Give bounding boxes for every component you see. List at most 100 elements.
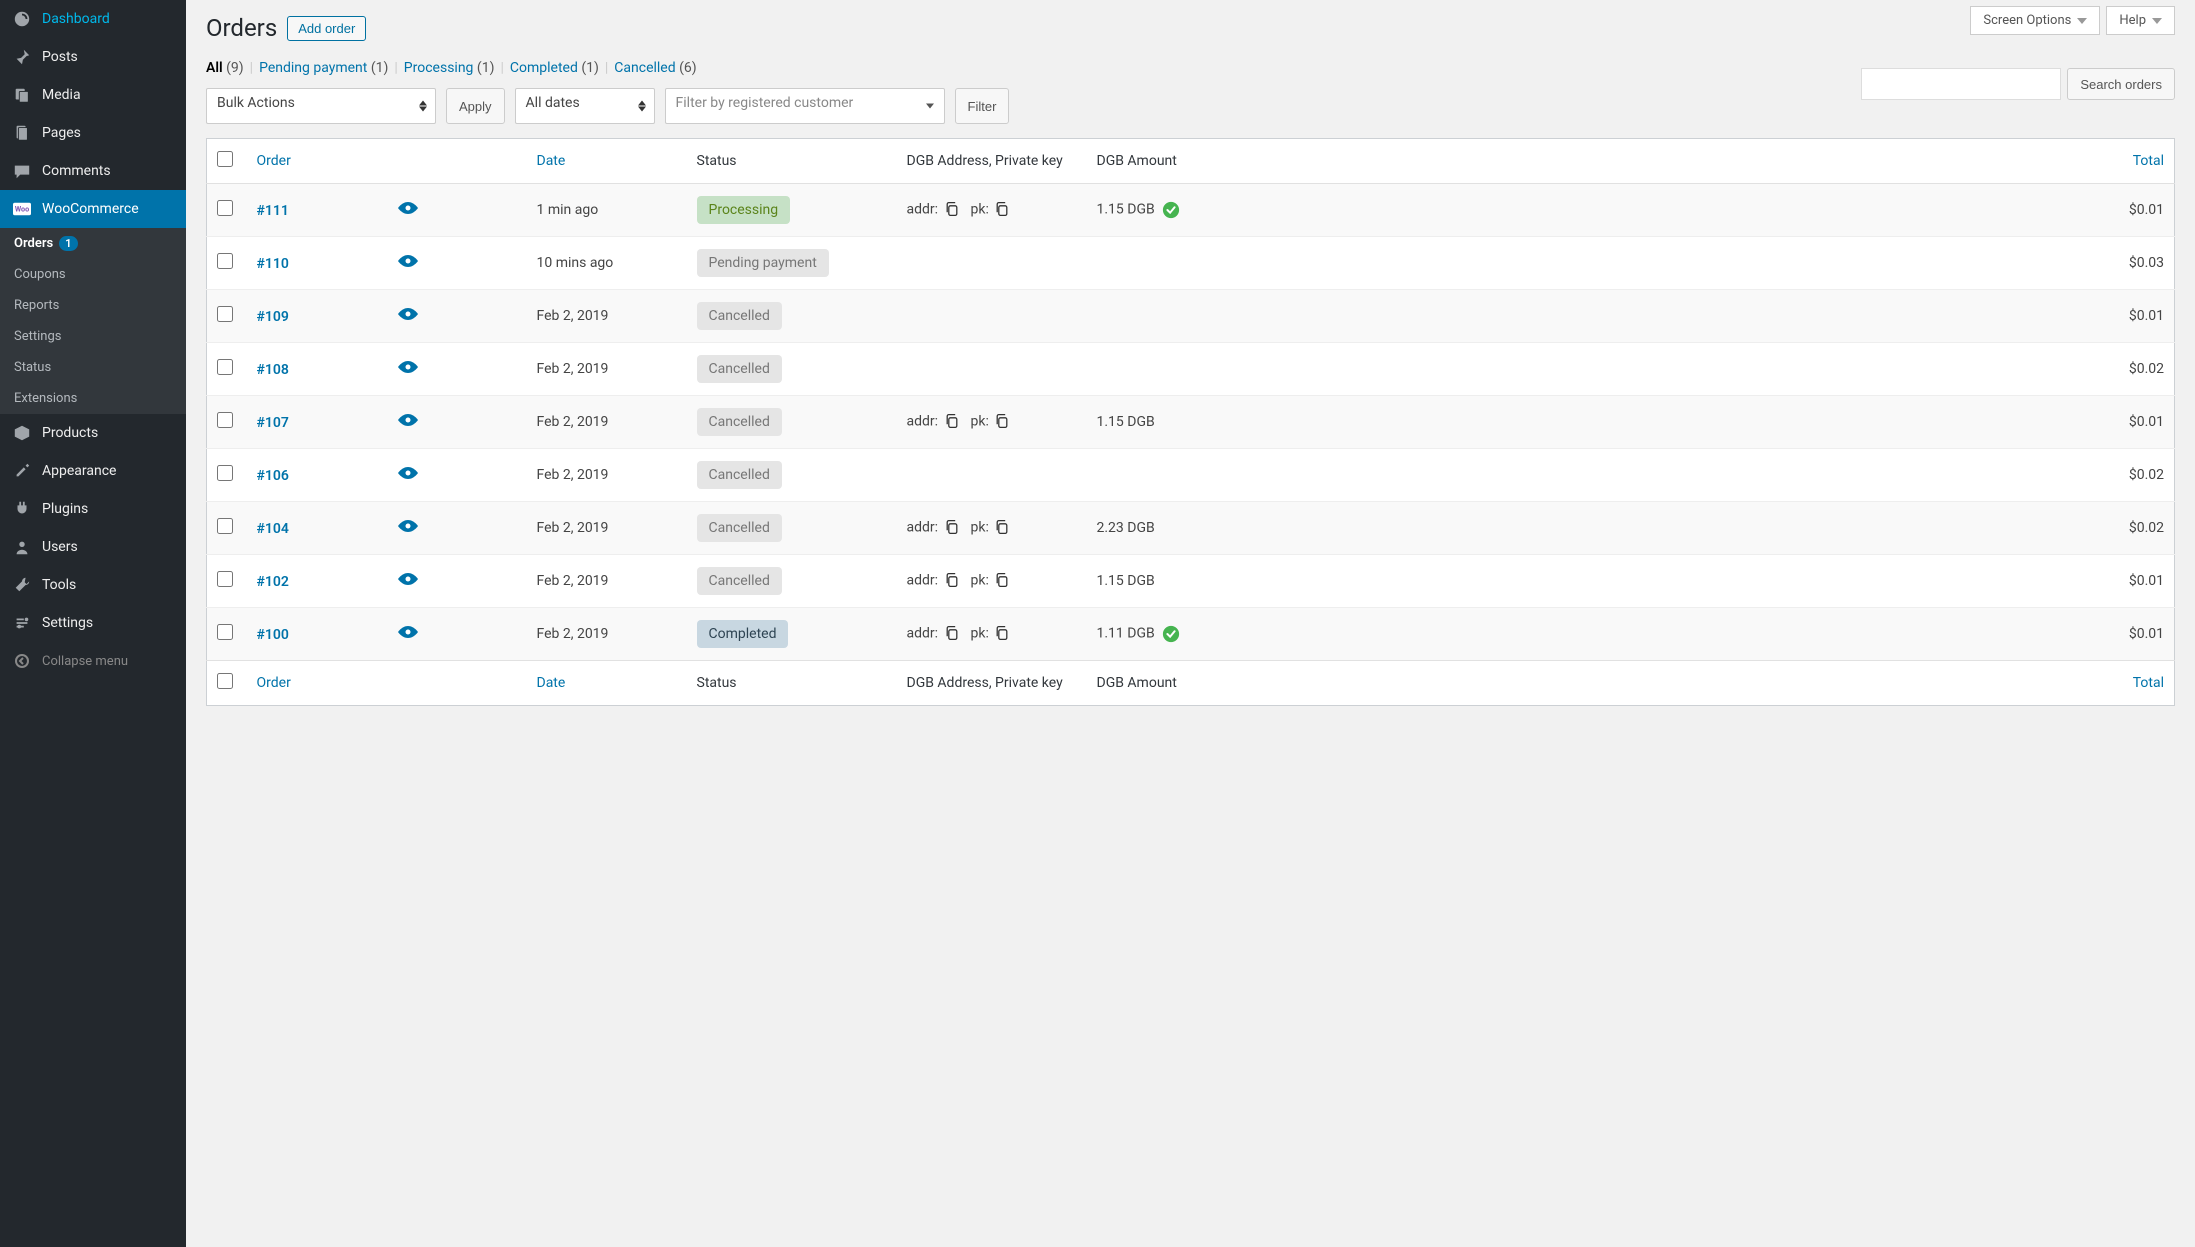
submenu-item-status[interactable]: Status [0,352,186,383]
row-checkbox[interactable] [217,359,233,375]
preview-eye-icon[interactable] [397,466,419,480]
status-filter-cancelled[interactable]: Cancelled [614,60,679,76]
submenu-item-orders[interactable]: Orders1 [0,228,186,259]
sidebar-item-comments[interactable]: Comments [0,152,186,190]
amount-cell [1087,290,1347,343]
collapse-menu[interactable]: Collapse menu [0,642,186,680]
submenu-item-settings[interactable]: Settings [0,321,186,352]
row-checkbox[interactable] [217,624,233,640]
sidebar-item-posts[interactable]: Posts [0,38,186,76]
select-all-checkbox[interactable] [217,151,233,167]
screen-options-label: Screen Options [1983,13,2071,28]
row-checkbox[interactable] [217,412,233,428]
order-link[interactable]: #110 [257,256,289,272]
copy-pk-icon[interactable] [994,413,1012,431]
sidebar-item-dashboard[interactable]: Dashboard [0,0,186,38]
row-checkbox[interactable] [217,465,233,481]
orders-search-input[interactable] [1861,68,2061,100]
order-total: $0.02 [1347,502,2175,555]
copy-pk-icon[interactable] [994,201,1012,219]
copy-pk-icon[interactable] [994,625,1012,643]
row-checkbox[interactable] [217,518,233,534]
col-date-header[interactable]: Date [527,139,687,184]
addr-cell: addr: pk: [897,608,1087,661]
sidebar-item-products[interactable]: Products [0,414,186,452]
order-link[interactable]: #104 [257,521,289,537]
customer-filter-select[interactable]: Filter by registered customer [665,88,945,124]
preview-eye-icon[interactable] [397,360,419,374]
col-date-footer[interactable]: Date [527,661,687,706]
apply-bulk-button[interactable]: Apply [446,88,505,124]
order-link[interactable]: #109 [257,309,289,325]
sidebar-item-pages[interactable]: Pages [0,114,186,152]
search-orders-button[interactable]: Search orders [2067,68,2175,100]
sidebar-item-woocommerce[interactable]: WooWooCommerce [0,190,186,228]
copy-addr-icon[interactable] [944,572,962,590]
col-addr-footer: DGB Address, Private key [897,661,1087,706]
plugins-icon [12,499,32,519]
addr-label: addr: [907,520,939,536]
submenu-item-coupons[interactable]: Coupons [0,259,186,290]
row-checkbox[interactable] [217,253,233,269]
copy-pk-icon[interactable] [994,572,1012,590]
addr-label: addr: [907,202,939,218]
sidebar-item-plugins[interactable]: Plugins [0,490,186,528]
copy-addr-icon[interactable] [944,625,962,643]
order-link[interactable]: #106 [257,468,289,484]
sidebar-item-media[interactable]: Media [0,76,186,114]
col-total-footer[interactable]: Total [1347,661,2175,706]
preview-eye-icon[interactable] [397,307,419,321]
status-filter-pending-payment[interactable]: Pending payment [259,60,371,76]
sidebar-item-label: Appearance [42,463,116,479]
sidebar-item-users[interactable]: Users [0,528,186,566]
preview-eye-icon[interactable] [397,254,419,268]
col-order-header[interactable]: Order [247,139,527,184]
dgb-amount: 1.15 DGB [1097,414,1155,430]
separator: | [394,60,397,76]
preview-eye-icon[interactable] [397,625,419,639]
status-filter-processing[interactable]: Processing [404,60,477,76]
order-link[interactable]: #107 [257,415,289,431]
status-badge: Cancelled [697,302,782,330]
submenu-item-extensions[interactable]: Extensions [0,383,186,414]
sidebar-item-label: Settings [42,615,93,631]
select-all-checkbox-foot[interactable] [217,673,233,689]
order-link[interactable]: #100 [257,627,289,643]
copy-addr-icon[interactable] [944,413,962,431]
screen-options-toggle[interactable]: Screen Options [1970,6,2100,35]
sidebar-item-tools[interactable]: Tools [0,566,186,604]
copy-addr-icon[interactable] [944,201,962,219]
help-toggle[interactable]: Help [2106,6,2175,35]
copy-pk-icon[interactable] [994,519,1012,537]
preview-eye-icon[interactable] [397,572,419,586]
addr-cell [897,343,1087,396]
status-filter-all[interactable]: All [206,60,226,76]
col-order-footer[interactable]: Order [247,661,527,706]
order-date: Feb 2, 2019 [527,396,687,449]
add-order-button[interactable]: Add order [287,16,366,41]
submenu-item-reports[interactable]: Reports [0,290,186,321]
bulk-actions-select[interactable]: Bulk Actions [206,88,436,124]
status-filter-completed[interactable]: Completed [510,60,581,76]
row-checkbox[interactable] [217,571,233,587]
order-link[interactable]: #108 [257,362,289,378]
status-badge: Cancelled [697,461,782,489]
order-row: #104 Feb 2, 2019Cancelledaddr: pk: 2.23 … [207,502,2175,555]
filter-button[interactable]: Filter [955,88,1010,124]
sidebar-item-settings[interactable]: Settings [0,604,186,642]
sidebar-item-appearance[interactable]: Appearance [0,452,186,490]
order-link[interactable]: #111 [257,203,289,219]
row-checkbox[interactable] [217,200,233,216]
pk-label: pk: [970,414,988,430]
preview-eye-icon[interactable] [397,519,419,533]
order-link[interactable]: #102 [257,574,289,590]
row-checkbox[interactable] [217,306,233,322]
col-total-header[interactable]: Total [1347,139,2175,184]
addr-label: addr: [907,626,939,642]
preview-eye-icon[interactable] [397,201,419,215]
order-date: Feb 2, 2019 [527,449,687,502]
preview-eye-icon[interactable] [397,413,419,427]
copy-addr-icon[interactable] [944,519,962,537]
date-filter-select[interactable]: All dates [515,88,655,124]
verified-check-icon [1162,625,1180,643]
